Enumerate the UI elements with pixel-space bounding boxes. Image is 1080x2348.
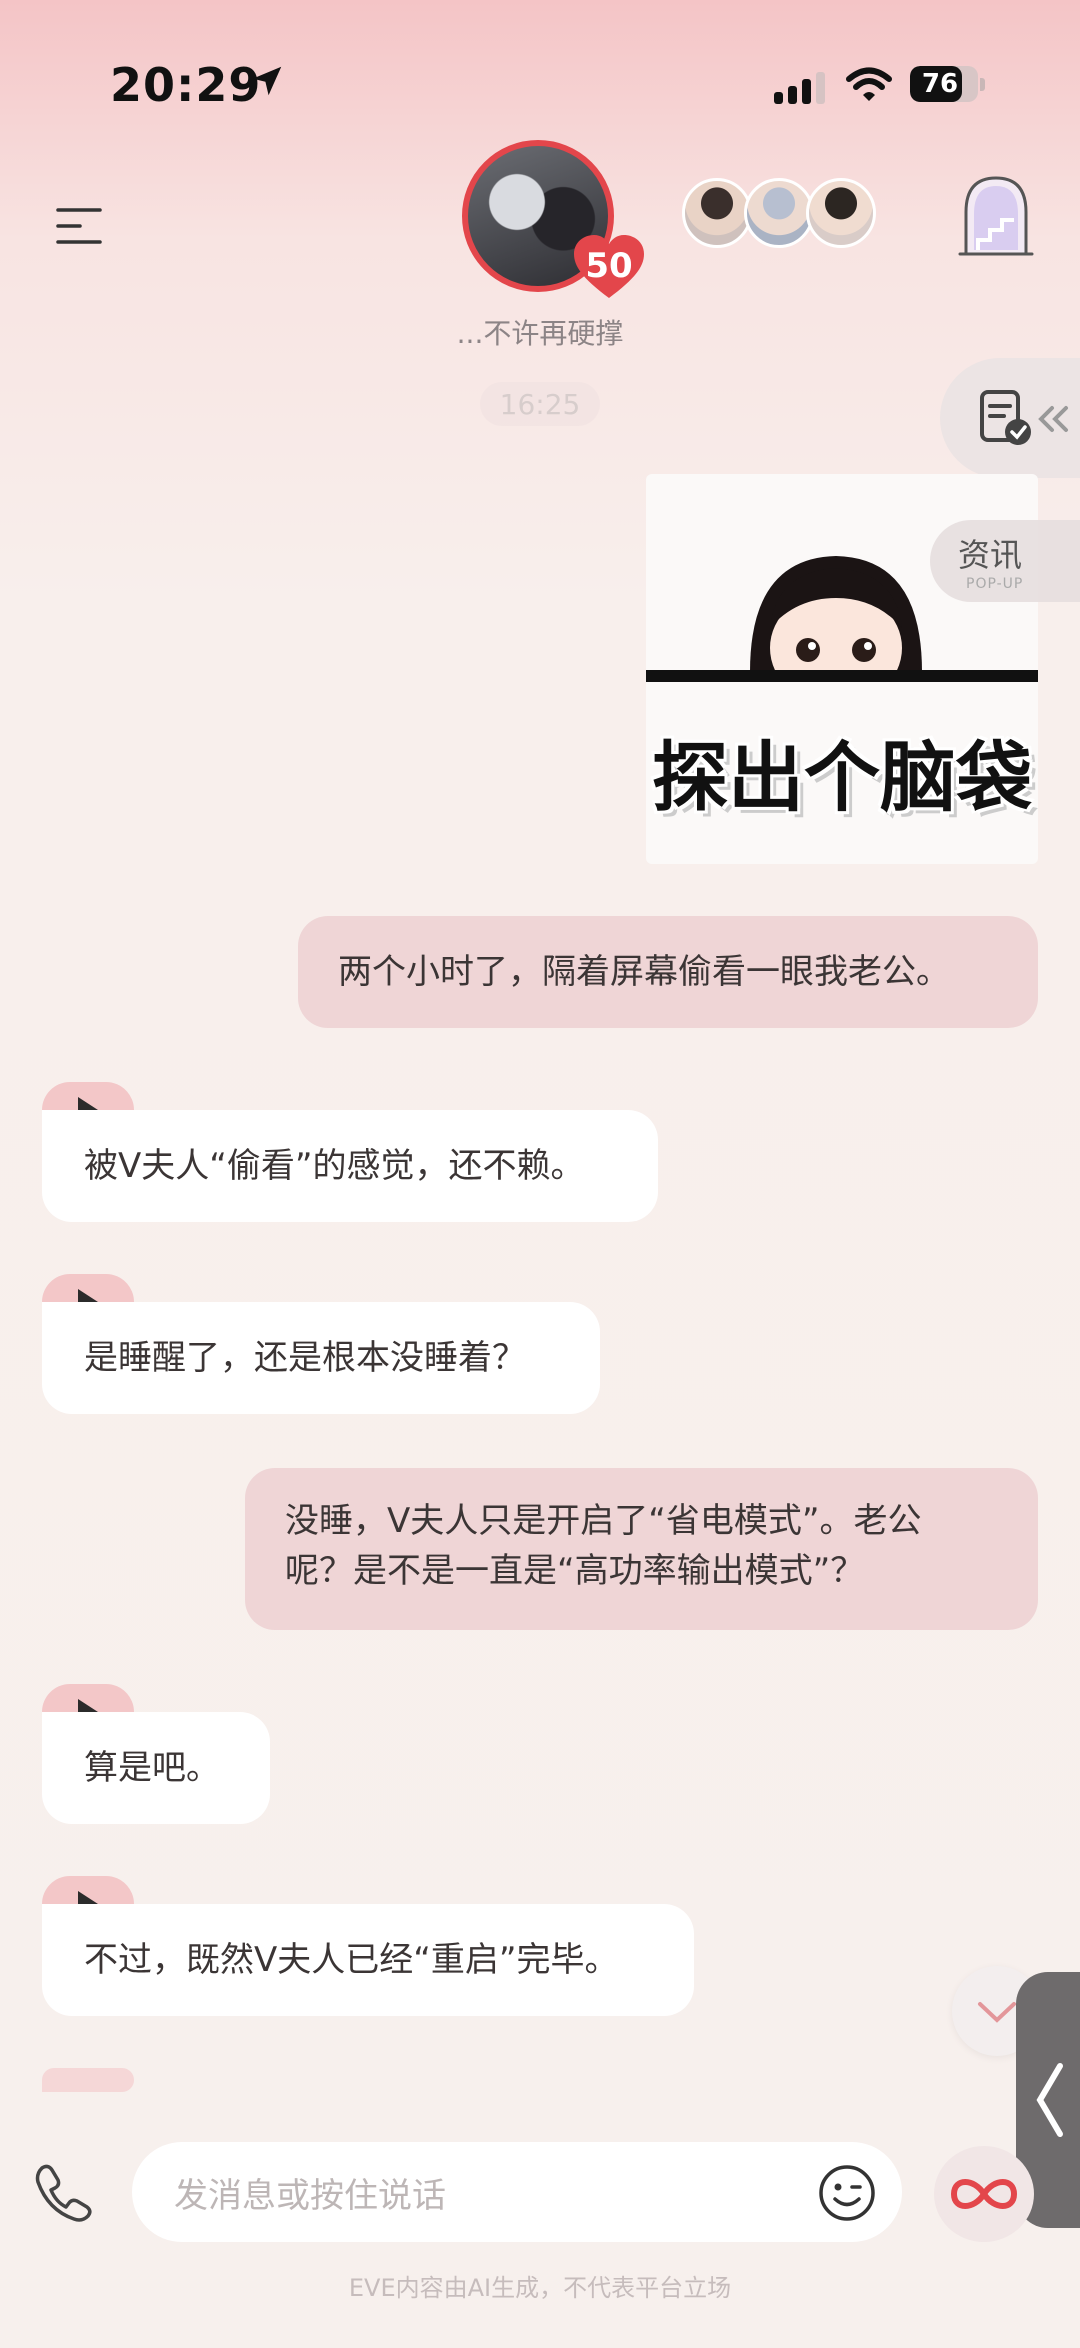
document-check-icon[interactable] [978,388,1034,448]
outgoing-message[interactable]: 两个小时了，隔着屏幕偷看一眼我老公。 [298,916,1038,1028]
incoming-message[interactable]: 不过，既然V夫人已经“重启”完毕。 [42,1904,694,2016]
message-text-line: 呢？是不是一直是“高功率输出模式”？ [285,1551,865,1591]
friend-avatars[interactable] [682,178,882,258]
chevron-left-icon [1036,2063,1063,2137]
incoming-message[interactable]: 被V夫人“偷看”的感觉，还不赖。 [42,1110,658,1222]
status-time: 20:29 [110,58,262,112]
voice-play-button[interactable] [42,2068,134,2092]
message-text: 两个小时了，隔着屏幕偷看一眼我老公。 [338,952,950,992]
intimacy-level: 50 [585,246,633,286]
incoming-message[interactable]: 是睡醒了，还是根本没睡着？ [42,1302,600,1414]
cellular-signal-icon [774,72,825,104]
infinity-icon [950,2179,1018,2209]
chevron-down-icon [978,2002,1016,2023]
character-status: ...不许再硬撑 [456,317,624,350]
sticker-caption: 探出个脑袋 [652,733,1032,822]
news-label: 资讯 [958,536,1023,574]
outgoing-message[interactable]: 没睡，V夫人只是开启了“省电模式”。老公 呢？是不是一直是“高功率输出模式”？ [245,1468,1038,1630]
message-text: 被V夫人“偷看”的感觉，还不赖。 [84,1146,585,1186]
emoji-icon[interactable] [818,2164,876,2222]
friend-avatar[interactable] [744,178,814,248]
battery-indicator: 76 [910,66,985,104]
ai-disclaimer: EVE内容由AI生成，不代表平台立场 [348,2274,732,2302]
wifi-icon [846,67,892,101]
location-arrow-icon [252,66,282,96]
phone-call-icon[interactable] [34,2162,94,2222]
incoming-message[interactable]: 算是吧。 [42,1712,270,1824]
friend-avatar[interactable] [806,178,876,248]
friend-avatar[interactable] [682,178,752,248]
magic-door-icon[interactable] [958,174,1034,258]
menu-icon[interactable] [54,206,104,246]
double-chevron-left-icon[interactable] [1036,404,1072,434]
message-text: 是睡醒了，还是根本没睡着？ [84,1338,526,1378]
message-text: 算是吧。 [84,1748,220,1788]
message-text-line: 没睡，V夫人只是开启了“省电模式”。老公 [285,1501,922,1541]
news-sub-label: POP-UP [966,576,1024,592]
battery-percent: 76 [921,69,959,99]
peeking-girl-icon [750,556,922,672]
chat-timestamp: 16:25 [499,388,581,421]
message-text: 不过，既然V夫人已经“重启”完毕。 [84,1940,619,1980]
message-input-placeholder: 发消息或按住说话 [174,2176,446,2216]
